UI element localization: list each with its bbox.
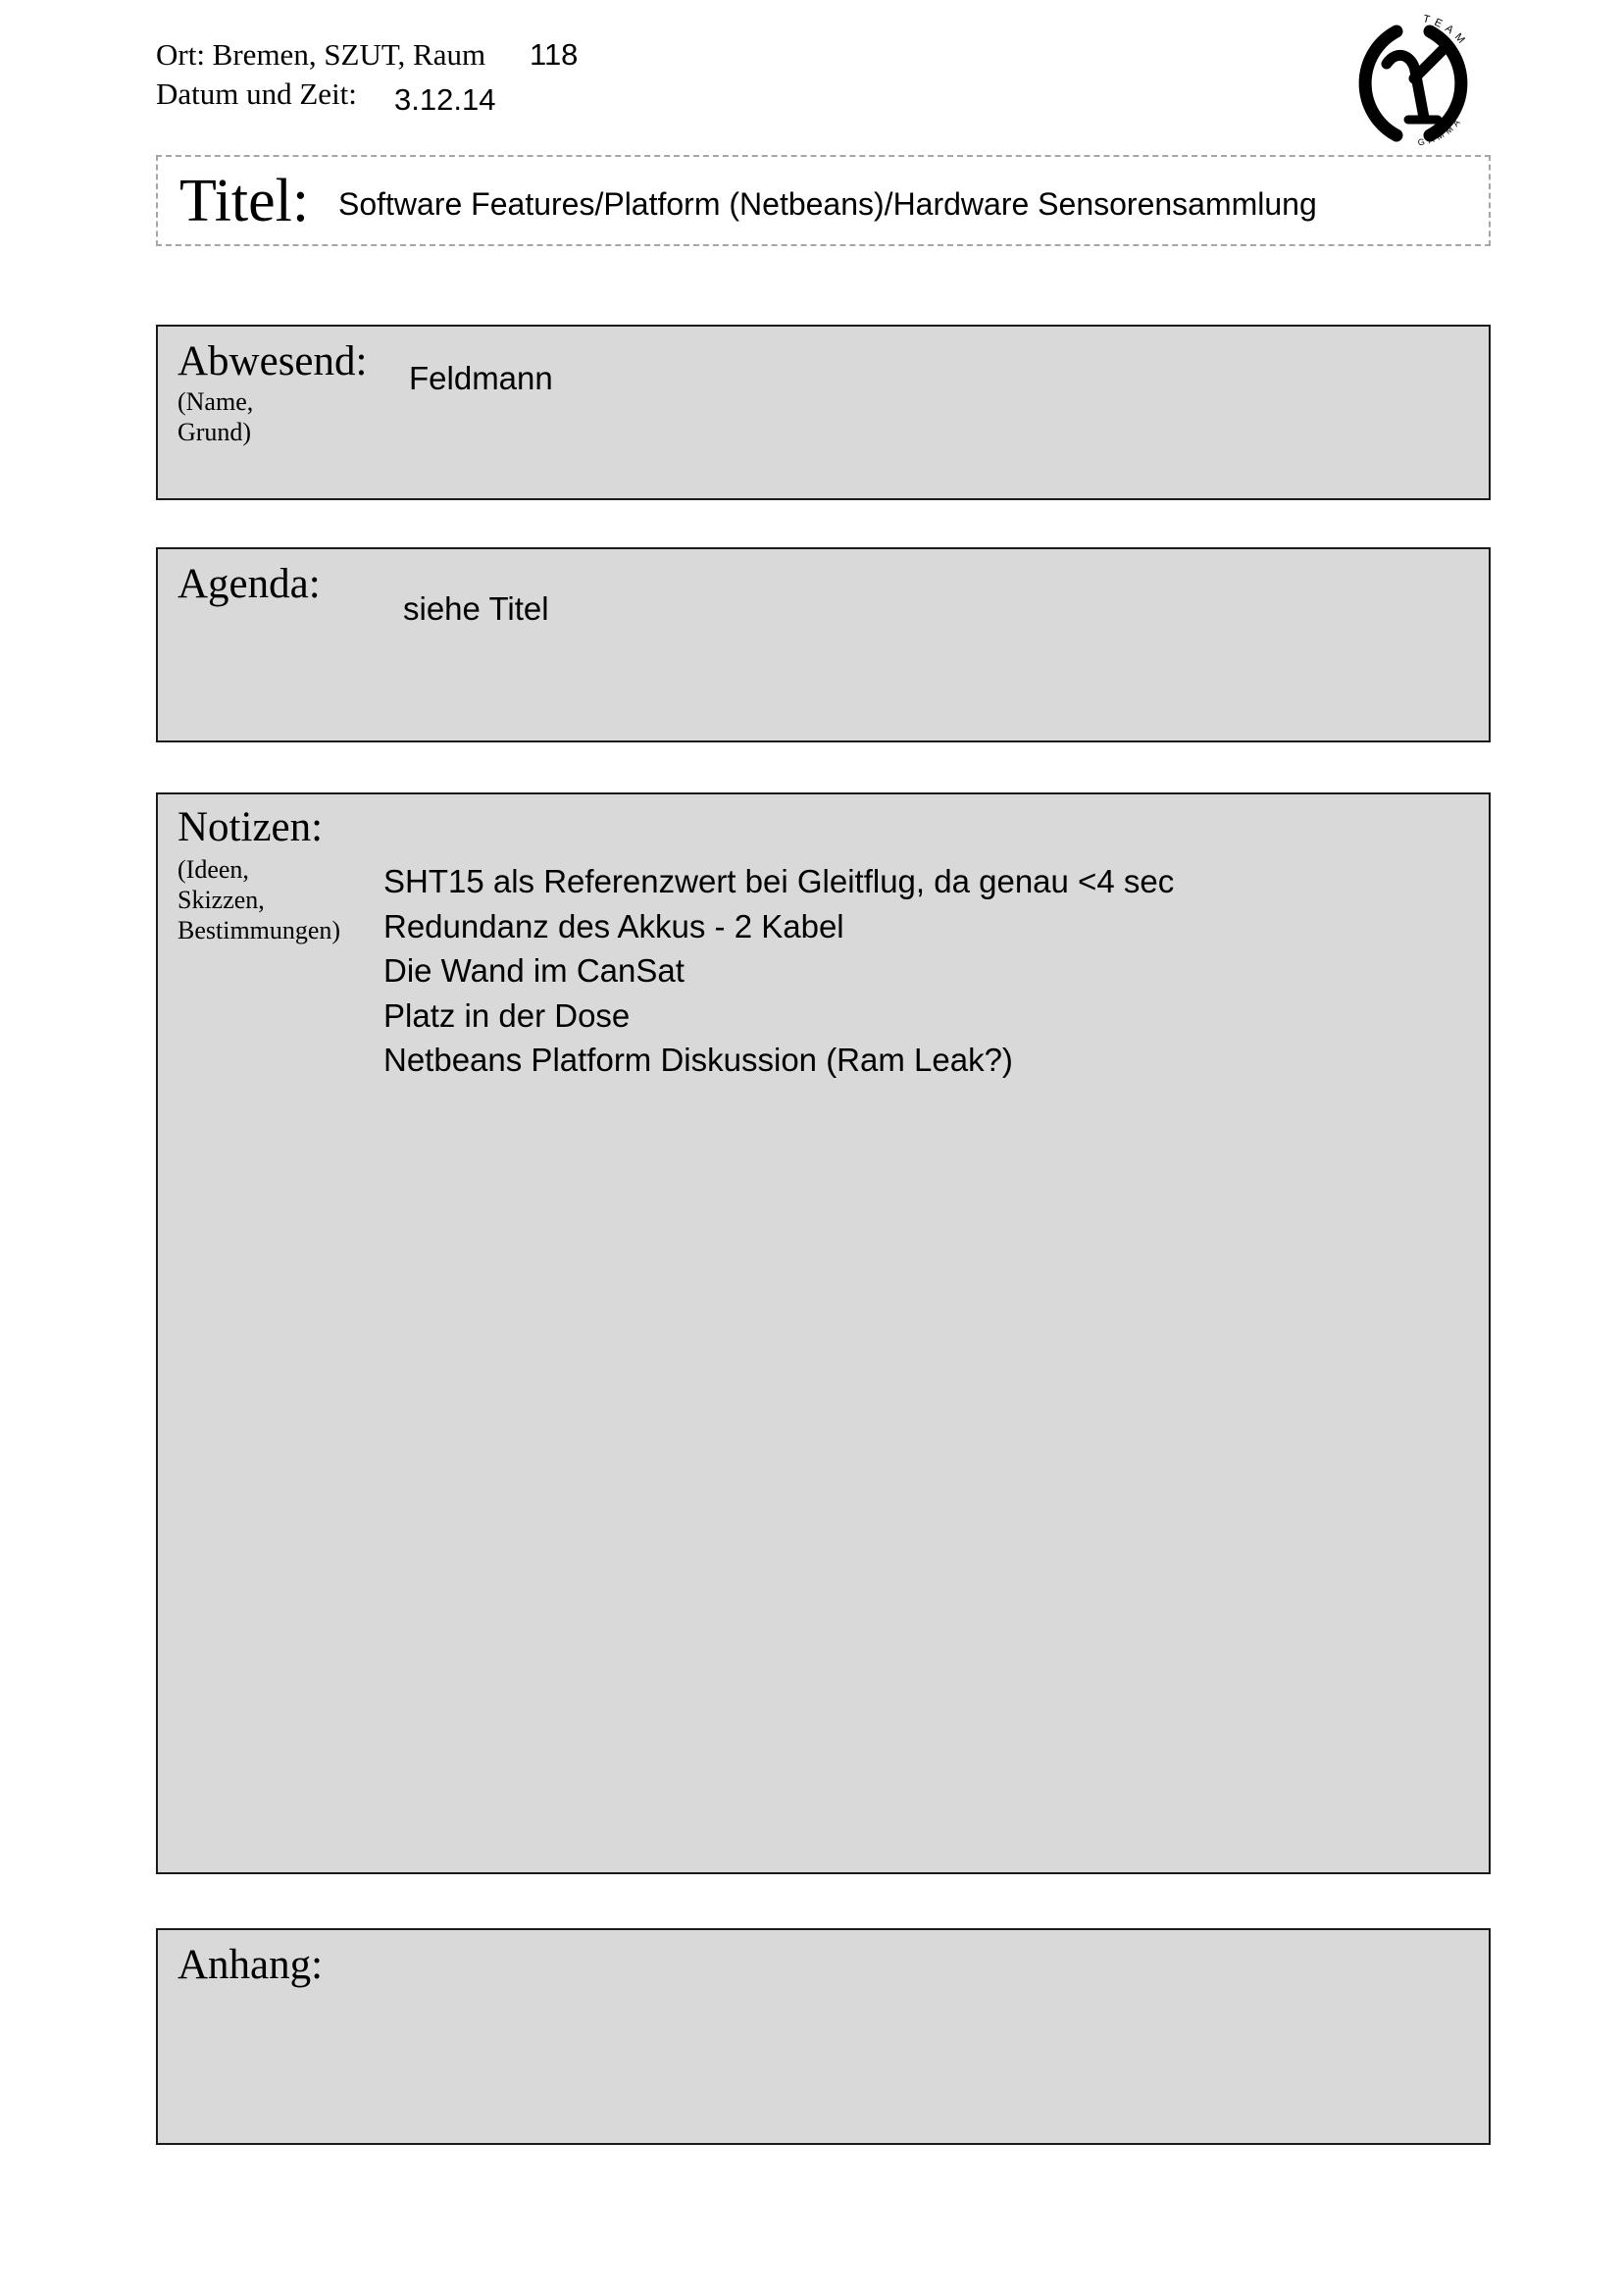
date-value: 3.12.14 bbox=[394, 82, 496, 117]
absent-value: Feldmann bbox=[409, 360, 553, 396]
title-label: Titel: bbox=[179, 168, 310, 234]
date-time-label: Datum und Zeit: bbox=[156, 76, 357, 111]
list-item: Netbeans Platform Diskussion (Ram Leak?) bbox=[383, 1042, 1013, 1078]
absent-sub-line-1: (Name, bbox=[178, 387, 254, 416]
gamma-symbol-icon: TEAM GAMMA bbox=[1358, 13, 1468, 147]
list-item: Redundanz des Akkus - 2 Kabel bbox=[383, 907, 844, 944]
list-item: SHT15 als Referenzwert bei Gleitflug, da… bbox=[383, 863, 1175, 899]
agenda-label: Agenda: bbox=[178, 561, 321, 607]
list-item: Die Wand im CanSat bbox=[383, 952, 685, 989]
notes-sub-line-2: Skizzen, bbox=[178, 886, 265, 914]
absent-sub-line-2: Grund) bbox=[178, 418, 252, 446]
notes-sub-line-1: (Ideen, bbox=[178, 855, 249, 884]
room-number: 118 bbox=[530, 37, 579, 72]
location-label: Ort: Bremen, SZUT, Raum bbox=[156, 37, 486, 72]
agenda-section: Agenda: siehe Titel bbox=[156, 547, 1491, 742]
title-box: Titel: Software Features/Platform (Netbe… bbox=[156, 155, 1491, 246]
absent-section: Abwesend: (Name, Grund) Feldmann bbox=[156, 325, 1491, 500]
notes-list: SHT15 als Referenzwert bei Gleitflug, da… bbox=[383, 859, 1174, 1083]
notes-label: Notizen: bbox=[178, 804, 324, 850]
attachment-label: Anhang: bbox=[178, 1942, 324, 1988]
list-item: Platz in der Dose bbox=[383, 996, 631, 1034]
absent-label: Abwesend: bbox=[178, 338, 368, 384]
agenda-value: siehe Titel bbox=[403, 590, 549, 627]
notes-section: Notizen: (Ideen, Skizzen, Bestimmungen) … bbox=[156, 792, 1491, 1874]
notes-sub-line-3: Bestimmungen) bbox=[178, 916, 341, 944]
title-value: Software Features/Platform (Netbeans)/Ha… bbox=[338, 186, 1317, 222]
attachment-section: Anhang: bbox=[156, 1928, 1491, 2145]
team-gamma-logo: TEAM GAMMA bbox=[1340, 10, 1487, 157]
